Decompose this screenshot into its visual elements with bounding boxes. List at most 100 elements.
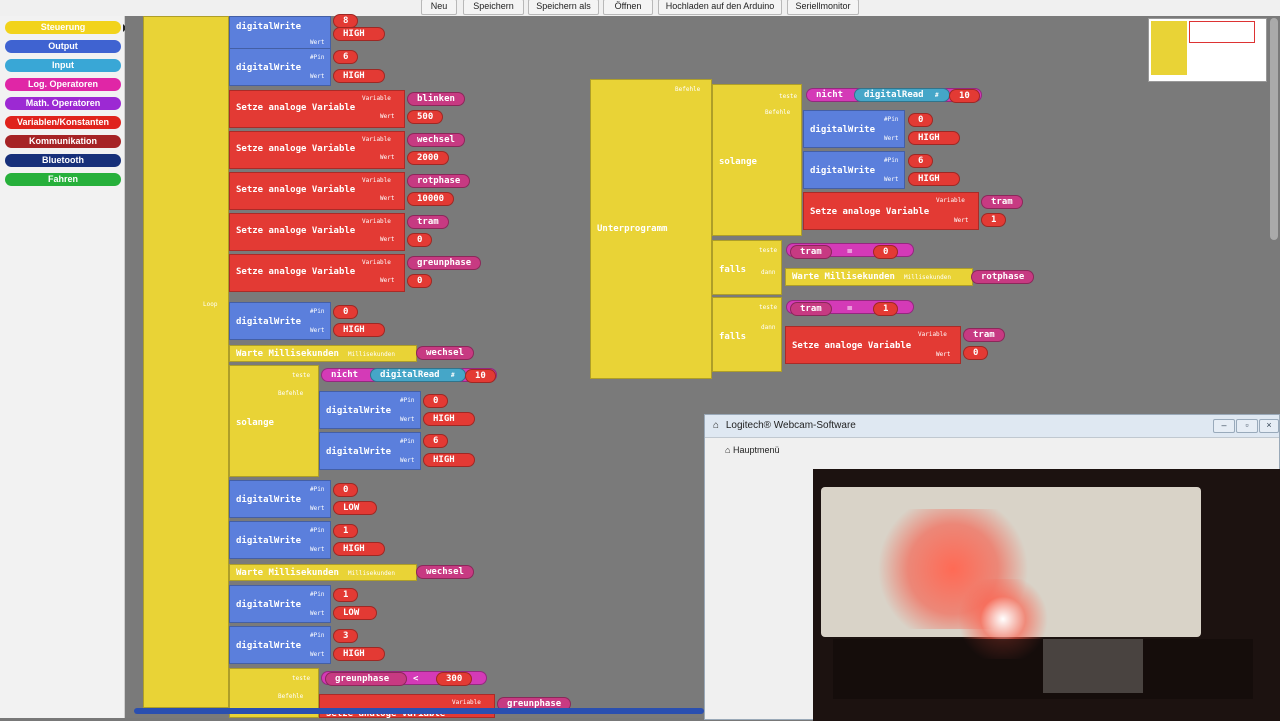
variable-name[interactable]: rotphase [407,174,471,188]
pin-value[interactable]: 6 [423,434,449,448]
pin-value[interactable]: 0 [908,113,934,127]
minimap-viewport[interactable] [1189,21,1255,43]
set-variable-block[interactable]: Setze analoge Variable Variable Wert [229,172,405,210]
pin-value[interactable]: 6 [908,154,934,168]
setup-loop-block[interactable] [143,16,229,708]
pin-value[interactable]: 8 [333,14,359,28]
compare-value[interactable]: 300 [436,672,473,686]
pin-value[interactable]: 1 [333,524,359,538]
open-button[interactable]: Öffnen [603,0,653,15]
variable-name[interactable]: tram [981,195,1023,209]
digitalwrite-block[interactable]: digitalWrite #Pin Wert [229,521,331,559]
subroutine-block[interactable]: Unterprogramm Befehle [590,79,712,379]
while-block[interactable]: solange teste Befehle [229,365,319,477]
category-bluetooth[interactable]: Bluetooth [5,154,121,167]
vertical-scrollbar[interactable] [1270,18,1278,240]
value-high[interactable]: HIGH [333,69,385,83]
upload-arduino-button[interactable]: Hochladen auf den Arduino [658,0,782,15]
serial-monitor-button[interactable]: Seriellmonitor [787,0,859,15]
set-variable-block[interactable]: Setze analoge Variable Variable Wert [229,213,405,251]
value-high[interactable]: HIGH [333,27,385,41]
digitalwrite-block[interactable]: digitalWrite #Pin Wert [229,626,331,664]
new-button[interactable]: Neu [421,0,457,15]
save-button[interactable]: Speichern [463,0,524,15]
value-high[interactable]: HIGH [333,647,385,661]
digitalwrite-block[interactable]: digitalWrite #Pin Wert [229,480,331,518]
while-block[interactable]: solange teste Befehle [712,84,802,236]
category-steuerung[interactable]: Steuerung [5,21,121,34]
digitalread-condition[interactable]: digitalRead # [854,88,950,102]
variable-name[interactable]: tram [407,215,449,229]
maximize-icon[interactable]: ▫ [1236,419,1258,433]
workspace-minimap[interactable] [1148,18,1267,82]
digitalwrite-block[interactable]: digitalWrite #Pin Wert [319,432,421,470]
set-variable-block[interactable]: Variable Setze analoge Variable [319,694,495,719]
close-icon[interactable]: × [1259,419,1279,433]
wait-block[interactable]: Warte Millisekunden Millisekunden [229,564,417,581]
read-pin-value[interactable]: 10 [465,369,496,383]
pin-value[interactable]: 0 [333,483,359,497]
category-kommunikation[interactable]: Kommunikation [5,135,121,148]
wait-block[interactable]: Warte Millisekunden Millisekunden [785,268,973,286]
value-high[interactable]: HIGH [423,412,475,426]
variable-value[interactable]: 10000 [407,192,455,206]
pin-value[interactable]: 1 [333,588,359,602]
webcam-titlebar[interactable]: ⌂ Logitech® Webcam-Software [705,415,1279,438]
read-pin-value[interactable]: 10 [949,89,980,103]
variable-value[interactable]: 1 [981,213,1007,227]
wait-block[interactable]: Warte Millisekunden Millisekunden [229,345,417,362]
variable-name[interactable]: greunphase [407,256,482,270]
set-variable-block[interactable]: Setze analoge Variable Variable Wert [229,131,405,169]
save-as-button[interactable]: Speichern als [528,0,599,15]
if-block[interactable]: falls teste dann [712,240,782,295]
compare-variable[interactable]: greunphase [325,672,407,686]
set-variable-block[interactable]: Setze analoge Variable Variable Wert [785,326,961,364]
set-variable-block[interactable]: Setze analoge Variable Variable Wert [229,90,405,128]
home-menu[interactable]: ⌂ Hauptmenü [725,445,779,455]
category-output[interactable]: Output [5,40,121,53]
minimize-icon[interactable]: – [1213,419,1235,433]
compare-value[interactable]: 1 [873,302,899,316]
category-variablen-konstanten[interactable]: Variablen/Konstanten [5,116,121,129]
value-high[interactable]: HIGH [333,542,385,556]
compare-variable[interactable]: tram [790,245,832,259]
value-high[interactable]: HIGH [333,323,385,337]
value-high[interactable]: HIGH [423,453,475,467]
pin-value[interactable]: 0 [333,305,359,319]
digitalwrite-block[interactable]: digitalWrite #Pin Wert [319,391,421,429]
variable-name[interactable]: wechsel [407,133,465,147]
pin-value[interactable]: 6 [333,50,359,64]
if-block[interactable]: falls teste dann [712,297,782,372]
variable-value[interactable]: 0 [963,346,989,360]
compare-variable[interactable]: tram [790,302,832,316]
digitalwrite-block[interactable]: digitalWrite #Pin Wert [229,302,331,340]
category-fahren[interactable]: Fahren [5,173,121,186]
wait-variable[interactable]: wechsel [416,346,474,360]
variable-value[interactable]: 0 [407,274,433,288]
category-log-operatoren[interactable]: Log. Operatoren [5,78,121,91]
category-math-operatoren[interactable]: Math. Operatoren [5,97,121,110]
variable-value[interactable]: 0 [407,233,433,247]
variable-name[interactable]: blinken [407,92,465,106]
wait-variable[interactable]: rotphase [971,270,1035,284]
digitalwrite-block[interactable]: digitalWrite #Pin Wert [803,151,905,189]
value-high[interactable]: HIGH [908,172,960,186]
digitalwrite-block[interactable]: digitalWrite #Pin Wert [803,110,905,148]
variable-value[interactable]: 2000 [407,151,449,165]
value-low[interactable]: LOW [333,606,377,620]
variable-value[interactable]: 500 [407,110,444,124]
set-variable-block[interactable]: Setze analoge Variable Variable Wert [229,254,405,292]
webcam-window[interactable]: ⌂ Logitech® Webcam-Software – ▫ × ⌂ Haup… [704,414,1280,721]
wait-variable[interactable]: wechsel [416,565,474,579]
variable-name[interactable]: tram [963,328,1005,342]
category-input[interactable]: Input [5,59,121,72]
set-variable-block[interactable]: Setze analoge Variable Variable Wert [803,192,979,230]
digitalwrite-block[interactable]: digitalWrite #Pin Wert [229,48,331,86]
pin-value[interactable]: 0 [423,394,449,408]
compare-value[interactable]: 0 [873,245,899,259]
horizontal-scrollbar[interactable] [134,708,704,714]
pin-value[interactable]: 3 [333,629,359,643]
value-high[interactable]: HIGH [908,131,960,145]
digitalread-condition[interactable]: digitalRead # [370,368,466,382]
value-low[interactable]: LOW [333,501,377,515]
